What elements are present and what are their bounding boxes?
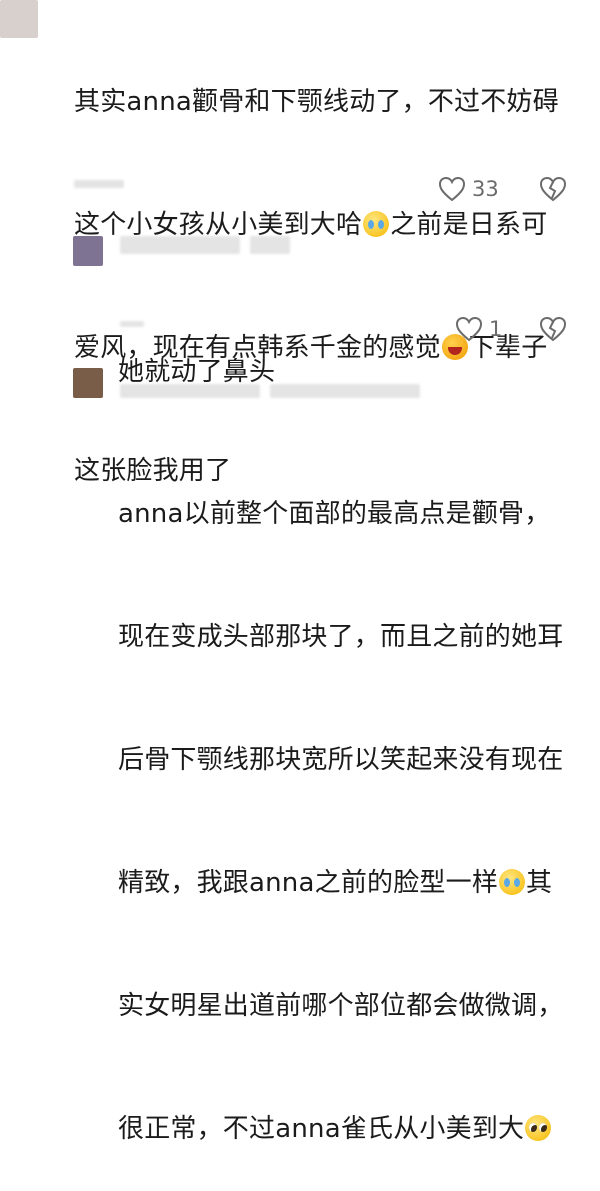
avatar[interactable] [0,0,38,38]
comment-line: 其实anna颧骨和下颚线动了，不过不妨碍 [74,87,559,117]
avatar[interactable] [73,236,103,266]
like-button[interactable]: 33 [438,176,499,202]
username-blurred [120,384,260,398]
dislike-button[interactable] [539,176,567,202]
like-count: 33 [472,177,499,201]
like-count: 1 [489,317,503,341]
username-blurred [120,236,240,254]
like-button[interactable]: 1 [455,316,502,342]
crying-face-icon [499,869,526,895]
username-blurred [250,236,290,254]
crying-face-icon [363,211,390,237]
comment-line: anna以前整个面部的最高点是颧骨， [118,499,551,529]
comment-line: 实女明星出道前哪个部位都会做微调， [118,991,564,1021]
username-blurred [270,384,420,398]
comment-text: anna以前整个面部的最高点是颧骨， 现在变成头部那块了，而且之前的她耳 后骨下… [118,412,588,1191]
heart-outline-icon [455,316,483,342]
broken-heart-icon [539,316,567,342]
broken-heart-icon [539,176,567,202]
comment-line: 精致，我跟anna之前的脸型一样其 [118,868,553,898]
dislike-button[interactable] [539,316,567,342]
comment-meta-blurred [120,321,144,327]
heart-outline-icon [438,176,466,202]
comment-line: 后骨下颚线那块宽所以笑起来没有现在 [118,745,564,775]
comment-text: 她就动了鼻头 [118,270,578,434]
comment-meta-blurred [74,180,124,188]
pleading-face-icon [525,1115,552,1141]
comment-line: 很正常，不过anna雀氏从小美到大 [118,1109,588,1150]
avatar[interactable] [73,368,103,398]
